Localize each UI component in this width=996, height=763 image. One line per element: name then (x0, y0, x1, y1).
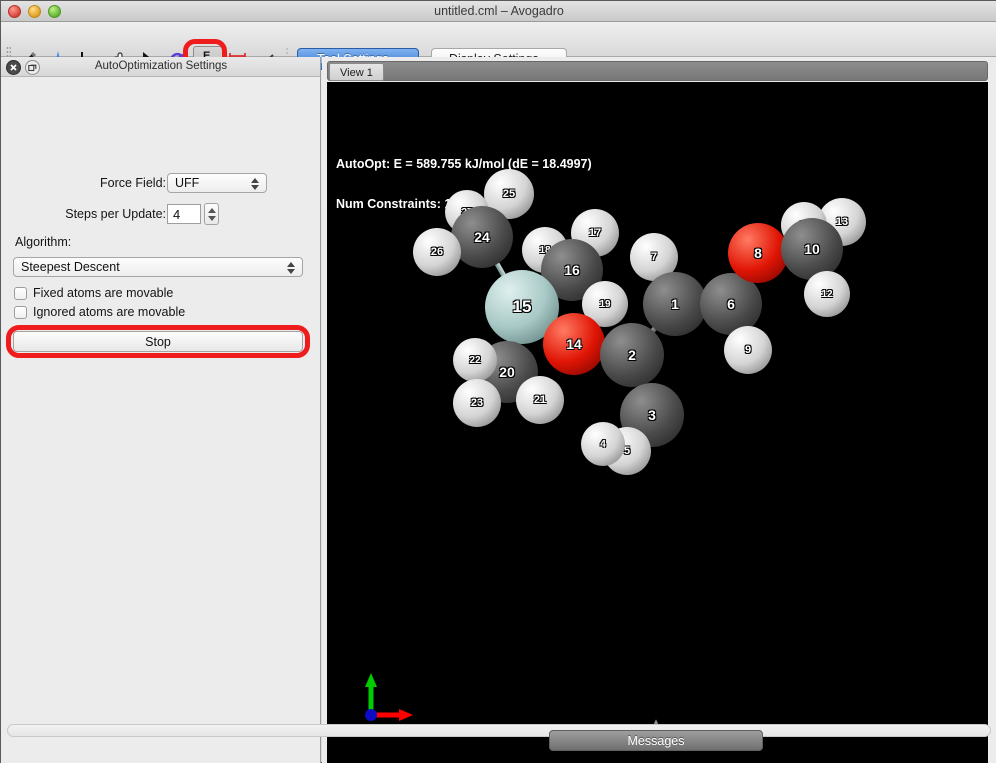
num-constraints-readout: Num Constraints: 1 (336, 197, 451, 211)
ignored-atoms-movable-label: Ignored atoms are movable (33, 305, 185, 319)
render-view-pane: View 1 AutoOpt: E = 589.755 kJ/mol (dE =… (322, 57, 996, 763)
fixed-atoms-movable-label: Fixed atoms are movable (33, 286, 173, 300)
splitter-grip[interactable]: ▴ (649, 718, 663, 725)
atom-14[interactable]: 14 (543, 313, 605, 375)
steps-per-update-stepper[interactable] (204, 203, 219, 225)
molecule-3d-canvas[interactable]: AutoOpt: E = 589.755 kJ/mol (dE = 18.499… (327, 82, 988, 763)
dock-body: Force Field: UFF Steps per Update: 4 Alg… (1, 77, 320, 763)
messages-button[interactable]: Messages (549, 730, 763, 751)
steps-per-update-label: Steps per Update: (21, 207, 166, 221)
horizontal-scrollbar[interactable] (7, 724, 991, 737)
autoopt-energy-readout: AutoOpt: E = 589.755 kJ/mol (dE = 18.499… (336, 157, 592, 171)
algorithm-label: Algorithm: (15, 235, 135, 249)
stop-button[interactable]: Stop (13, 331, 303, 352)
atom-12[interactable]: 12 (804, 271, 850, 317)
steps-per-update-input[interactable]: 4 (167, 204, 201, 224)
ignored-atoms-movable-checkbox[interactable]: Ignored atoms are movable (14, 305, 185, 319)
atom-9[interactable]: 9 (724, 326, 772, 374)
force-field-label: Force Field: (21, 176, 166, 190)
dock-panel-title: AutoOptimization Settings (1, 57, 321, 76)
chevron-updown-icon (286, 260, 295, 276)
stepper-up-icon[interactable] (208, 208, 216, 213)
tab-view-1[interactable]: View 1 (329, 63, 384, 81)
stepper-down-icon[interactable] (208, 216, 216, 221)
x-axis-arrow (399, 709, 413, 721)
view-tab-bar: View 1 (327, 61, 988, 81)
atom-4[interactable]: 4 (581, 422, 625, 466)
algorithm-select[interactable]: Steepest Descent (13, 257, 303, 277)
title-bar: untitled.cml – Avogadro (1, 1, 996, 22)
chevron-updown-icon (250, 176, 259, 192)
atom-23[interactable]: 23 (453, 379, 501, 427)
fixed-atoms-movable-checkbox[interactable]: Fixed atoms are movable (14, 286, 173, 300)
window-title: untitled.cml – Avogadro (1, 1, 996, 22)
application-window: untitled.cml – Avogadro (0, 0, 996, 763)
force-field-value: UFF (175, 176, 199, 190)
atom-1[interactable]: 1 (643, 272, 707, 336)
main-toolbar: 90 E (1, 22, 996, 57)
atom-21[interactable]: 21 (516, 376, 564, 424)
atom-8[interactable]: 8 (728, 223, 788, 283)
atom-2[interactable]: 2 (600, 323, 664, 387)
force-field-select[interactable]: UFF (167, 173, 267, 193)
checkbox-box[interactable] (14, 306, 27, 319)
autooptimization-settings-panel: AutoOptimization Settings Force Field: U… (1, 57, 321, 763)
z-axis-origin (365, 709, 377, 721)
dock-header: AutoOptimization Settings (1, 57, 320, 77)
y-axis-arrow (365, 673, 377, 687)
atom-26[interactable]: 26 (413, 228, 461, 276)
checkbox-box[interactable] (14, 287, 27, 300)
atom-10[interactable]: 10 (781, 218, 843, 280)
atom-24[interactable]: 24 (451, 206, 513, 268)
algorithm-value: Steepest Descent (21, 260, 120, 274)
atom-22[interactable]: 22 (453, 338, 497, 382)
